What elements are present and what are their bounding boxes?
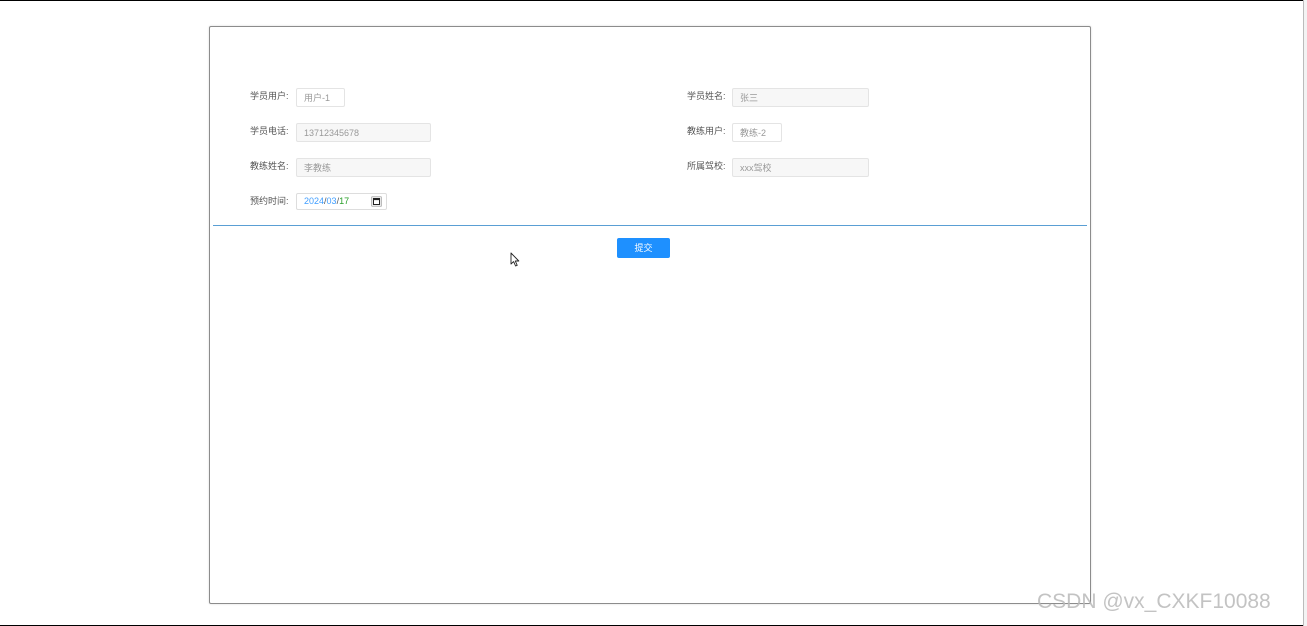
booking-date-input[interactable]: 2024/03/17: [296, 193, 387, 210]
coach-name-field[interactable]: 李教练: [296, 158, 431, 177]
mouse-cursor-icon: [510, 252, 520, 267]
submit-button[interactable]: 提交: [617, 238, 670, 258]
coach-name-label: 教练姓名:: [250, 161, 289, 171]
date-year[interactable]: 2024: [304, 196, 324, 206]
coach-user-field[interactable]: 教练-2: [732, 123, 782, 142]
calendar-icon[interactable]: [371, 196, 382, 207]
watermark: CSDN @vx_CXKF10088: [1037, 590, 1271, 613]
booking-time-label: 预约时间:: [250, 196, 289, 206]
date-month[interactable]: 03: [327, 196, 337, 206]
coach-user-label: 教练用户:: [687, 126, 726, 136]
student-name-field[interactable]: 张三: [732, 88, 869, 107]
date-day[interactable]: 17: [339, 196, 349, 206]
student-user-label: 学员用户:: [250, 91, 289, 101]
student-name-label: 学员姓名:: [687, 91, 726, 101]
form-divider: [213, 225, 1087, 226]
school-field[interactable]: xxx驾校: [732, 158, 869, 177]
school-label: 所属驾校:: [687, 161, 726, 171]
booking-form-dialog: 学员用户: 用户-1 学员姓名: 张三 学员电话: 13712345678 教练…: [209, 26, 1091, 604]
student-user-field[interactable]: 用户-1: [296, 88, 345, 107]
student-phone-field[interactable]: 13712345678: [296, 123, 431, 142]
student-phone-label: 学员电话:: [250, 126, 289, 136]
right-edge-strip: [1303, 0, 1307, 626]
